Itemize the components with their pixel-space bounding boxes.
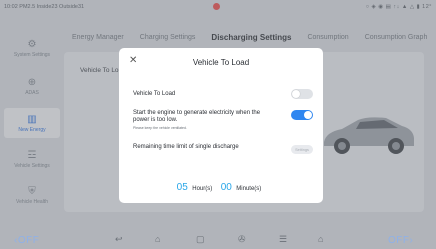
minutes-value[interactable]: 00 bbox=[221, 182, 232, 193]
vehicle-to-load-dialog: ✕ Vehicle To Load Vehicle To Load Start … bbox=[119, 48, 323, 203]
engine-generate-note: Please keep the vehicle ventilated. bbox=[133, 126, 187, 130]
engine-generate-toggle[interactable] bbox=[291, 110, 313, 120]
vtl-label: Vehicle To Load bbox=[133, 91, 176, 97]
menu-icon[interactable]: ☰ bbox=[279, 234, 287, 245]
fan-icon[interactable]: ✇ bbox=[238, 234, 246, 245]
bottom-bar: ‹OFF ↩ ⌂ ▢ ✇ ☰ ⌂ OFF› bbox=[0, 231, 436, 249]
defrost-icon[interactable]: ⌂ bbox=[318, 234, 323, 244]
left-climate-label: OFF bbox=[17, 235, 40, 246]
minutes-unit: Minute(s) bbox=[236, 186, 262, 192]
toggle-knob bbox=[304, 111, 312, 119]
right-climate-control[interactable]: OFF› bbox=[388, 235, 413, 246]
engine-generate-label: Start the engine to generate electricity… bbox=[133, 110, 261, 123]
time-limit-label: Remaining time limit of single discharge bbox=[133, 144, 239, 150]
toggle-knob bbox=[292, 90, 300, 98]
right-climate-label: OFF bbox=[388, 235, 410, 246]
time-limit-display: 05 Hour(s) 00 Minute(s) bbox=[119, 177, 323, 195]
dialog-title: Vehicle To Load bbox=[192, 58, 250, 67]
chevron-right-icon: › bbox=[409, 235, 414, 246]
home-icon[interactable]: ⌂ bbox=[155, 234, 160, 244]
vtl-toggle[interactable] bbox=[291, 89, 313, 99]
hours-value[interactable]: 05 bbox=[177, 182, 188, 193]
hours-unit: Hour(s) bbox=[192, 186, 213, 192]
recent-apps-icon[interactable]: ▢ bbox=[196, 234, 205, 245]
left-climate-control[interactable]: ‹OFF bbox=[14, 235, 39, 246]
settings-button[interactable]: Settings bbox=[291, 145, 313, 154]
back-icon[interactable]: ↩ bbox=[115, 234, 123, 245]
